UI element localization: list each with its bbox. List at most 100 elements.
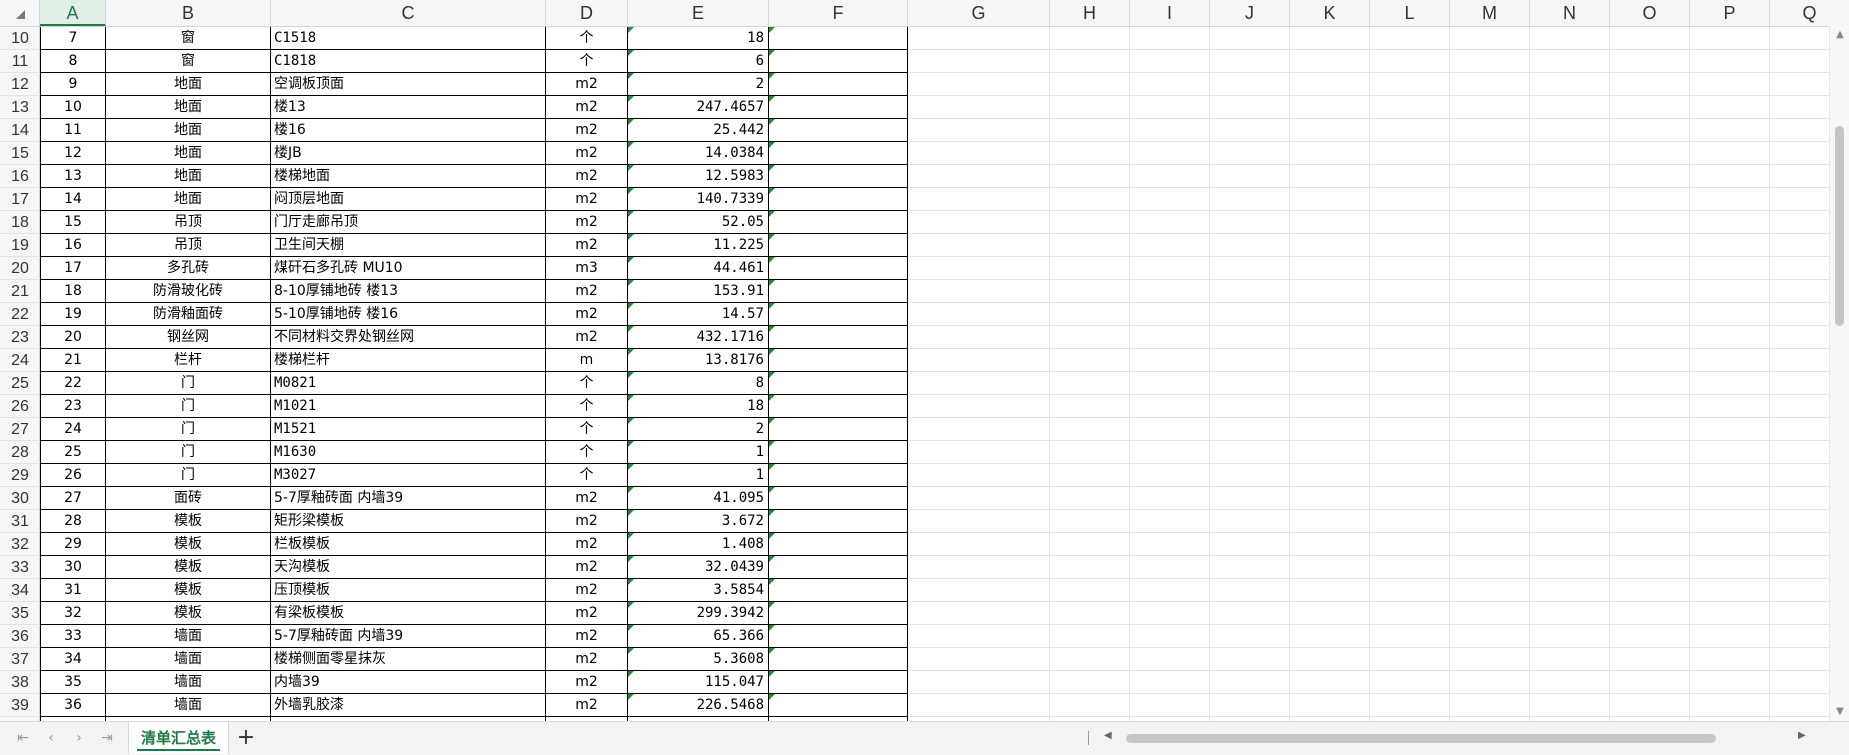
cell-d[interactable]: m2 [546, 625, 628, 648]
first-sheet-icon[interactable]: ⇤ [12, 728, 34, 748]
cell-a[interactable]: 19 [40, 303, 106, 326]
last-sheet-icon[interactable]: ⇥ [96, 728, 118, 748]
cell-b[interactable]: 防滑玻化砖 [106, 280, 271, 303]
column-header-d[interactable]: D [546, 0, 628, 26]
cell-e[interactable]: 432.1716 [628, 326, 769, 349]
cell-c[interactable]: 不同材料交界处钢丝网 [271, 326, 546, 349]
cell-d[interactable]: 个 [546, 418, 628, 441]
cell-a[interactable]: 14 [40, 188, 106, 211]
cell-c[interactable]: 楼梯栏杆 [271, 349, 546, 372]
column-header-m[interactable]: M [1450, 0, 1530, 26]
cell-f[interactable] [769, 73, 908, 96]
select-all-corner[interactable] [0, 0, 40, 26]
cell-e[interactable]: 115.047 [628, 671, 769, 694]
cell-c[interactable]: M3027 [271, 464, 546, 487]
row-header[interactable]: 26 [0, 395, 40, 418]
cell-e[interactable]: 41.095 [628, 487, 769, 510]
cell-b[interactable]: 窗 [106, 50, 271, 73]
cell-e[interactable]: 1.408 [628, 533, 769, 556]
cell-d[interactable]: m2 [546, 280, 628, 303]
cell-c[interactable]: 楼13 [271, 96, 546, 119]
row-header[interactable]: 19 [0, 234, 40, 257]
row-header[interactable]: 29 [0, 464, 40, 487]
row-header[interactable]: 10 [0, 27, 40, 50]
cell-a[interactable]: 36 [40, 694, 106, 717]
cell-d[interactable]: m2 [546, 96, 628, 119]
row-header[interactable]: 21 [0, 280, 40, 303]
row-header[interactable]: 37 [0, 648, 40, 671]
cell-d[interactable]: m2 [546, 648, 628, 671]
row-header[interactable]: 32 [0, 533, 40, 556]
cell-d[interactable]: 个 [546, 441, 628, 464]
cell-c[interactable]: M1630 [271, 441, 546, 464]
cell-f[interactable] [769, 165, 908, 188]
row-header[interactable]: 25 [0, 372, 40, 395]
cell-e[interactable]: 52.05 [628, 211, 769, 234]
cell-f[interactable] [769, 326, 908, 349]
cell-c[interactable]: 栏板模板 [271, 533, 546, 556]
cell-c[interactable]: 卫生间天棚 [271, 234, 546, 257]
cell-b[interactable]: 吊顶 [106, 234, 271, 257]
cell-b[interactable]: 地面 [106, 188, 271, 211]
cell-e[interactable]: 226.5468 [628, 694, 769, 717]
cell-d[interactable]: m2 [546, 165, 628, 188]
cell-e[interactable]: 1 [628, 441, 769, 464]
column-header-j[interactable]: J [1210, 0, 1290, 26]
cell-a[interactable]: 12 [40, 142, 106, 165]
cell-d[interactable]: m [546, 349, 628, 372]
cell-c[interactable]: 内墙39 [271, 671, 546, 694]
row-header[interactable]: 30 [0, 487, 40, 510]
column-header-k[interactable]: K [1290, 0, 1370, 26]
cell-b[interactable]: 地面 [106, 73, 271, 96]
cell-f[interactable] [769, 188, 908, 211]
cell-f[interactable] [769, 487, 908, 510]
next-sheet-icon[interactable]: › [68, 728, 90, 748]
cell-f[interactable] [769, 280, 908, 303]
cell-a[interactable]: 24 [40, 418, 106, 441]
cell-a[interactable]: 17 [40, 257, 106, 280]
cell-b[interactable]: 模板 [106, 602, 271, 625]
vertical-scrollbar[interactable]: ▲ ▼ [1829, 26, 1849, 721]
scroll-up-icon[interactable]: ▲ [1830, 26, 1849, 44]
cell-e[interactable]: 12.5983 [628, 165, 769, 188]
cell-a[interactable]: 33 [40, 625, 106, 648]
cell-c[interactable]: 8-10厚铺地砖 楼13 [271, 280, 546, 303]
cell-d[interactable]: m2 [546, 671, 628, 694]
cell-c[interactable]: C1518 [271, 27, 546, 50]
cell-a[interactable]: 26 [40, 464, 106, 487]
cell-d[interactable]: m2 [546, 234, 628, 257]
cell-e[interactable]: 18 [628, 395, 769, 418]
cell-f[interactable] [769, 303, 908, 326]
row-header[interactable]: 12 [0, 73, 40, 96]
cell-c[interactable]: 楼16 [271, 119, 546, 142]
cell-c[interactable]: 楼JB [271, 142, 546, 165]
column-header-n[interactable]: N [1530, 0, 1610, 26]
scroll-right-icon[interactable]: ▶ [1798, 730, 1806, 741]
cell-a[interactable]: 11 [40, 119, 106, 142]
scroll-down-icon[interactable]: ▼ [1830, 703, 1849, 721]
cell-f[interactable] [769, 50, 908, 73]
row-header[interactable]: 38 [0, 671, 40, 694]
cell-e[interactable]: 14.57 [628, 303, 769, 326]
row-header[interactable]: 17 [0, 188, 40, 211]
cell-e[interactable]: 299.3942 [628, 602, 769, 625]
cell-f[interactable] [769, 234, 908, 257]
cell-a[interactable]: 10 [40, 96, 106, 119]
cell-a[interactable]: 9 [40, 73, 106, 96]
row-header[interactable]: 14 [0, 119, 40, 142]
column-header-e[interactable]: E [628, 0, 769, 26]
row-header[interactable]: 28 [0, 441, 40, 464]
cell-d[interactable]: m2 [546, 694, 628, 717]
cell-f[interactable] [769, 96, 908, 119]
cell-b[interactable]: 门 [106, 441, 271, 464]
cell-b[interactable]: 模板 [106, 579, 271, 602]
cell-f[interactable] [769, 441, 908, 464]
cell-f[interactable] [769, 211, 908, 234]
row-header[interactable]: 35 [0, 602, 40, 625]
spreadsheet[interactable]: ABCDEFGHIJKLMNOPQ 10 11 12 13 14 15 16 17 18 19 20… [0, 0, 1849, 721]
cell-f[interactable] [769, 395, 908, 418]
cell-b[interactable]: 窗 [106, 27, 271, 50]
cell-a[interactable]: 18 [40, 280, 106, 303]
cell-f[interactable] [769, 533, 908, 556]
add-sheet-icon[interactable]: + [234, 725, 258, 751]
